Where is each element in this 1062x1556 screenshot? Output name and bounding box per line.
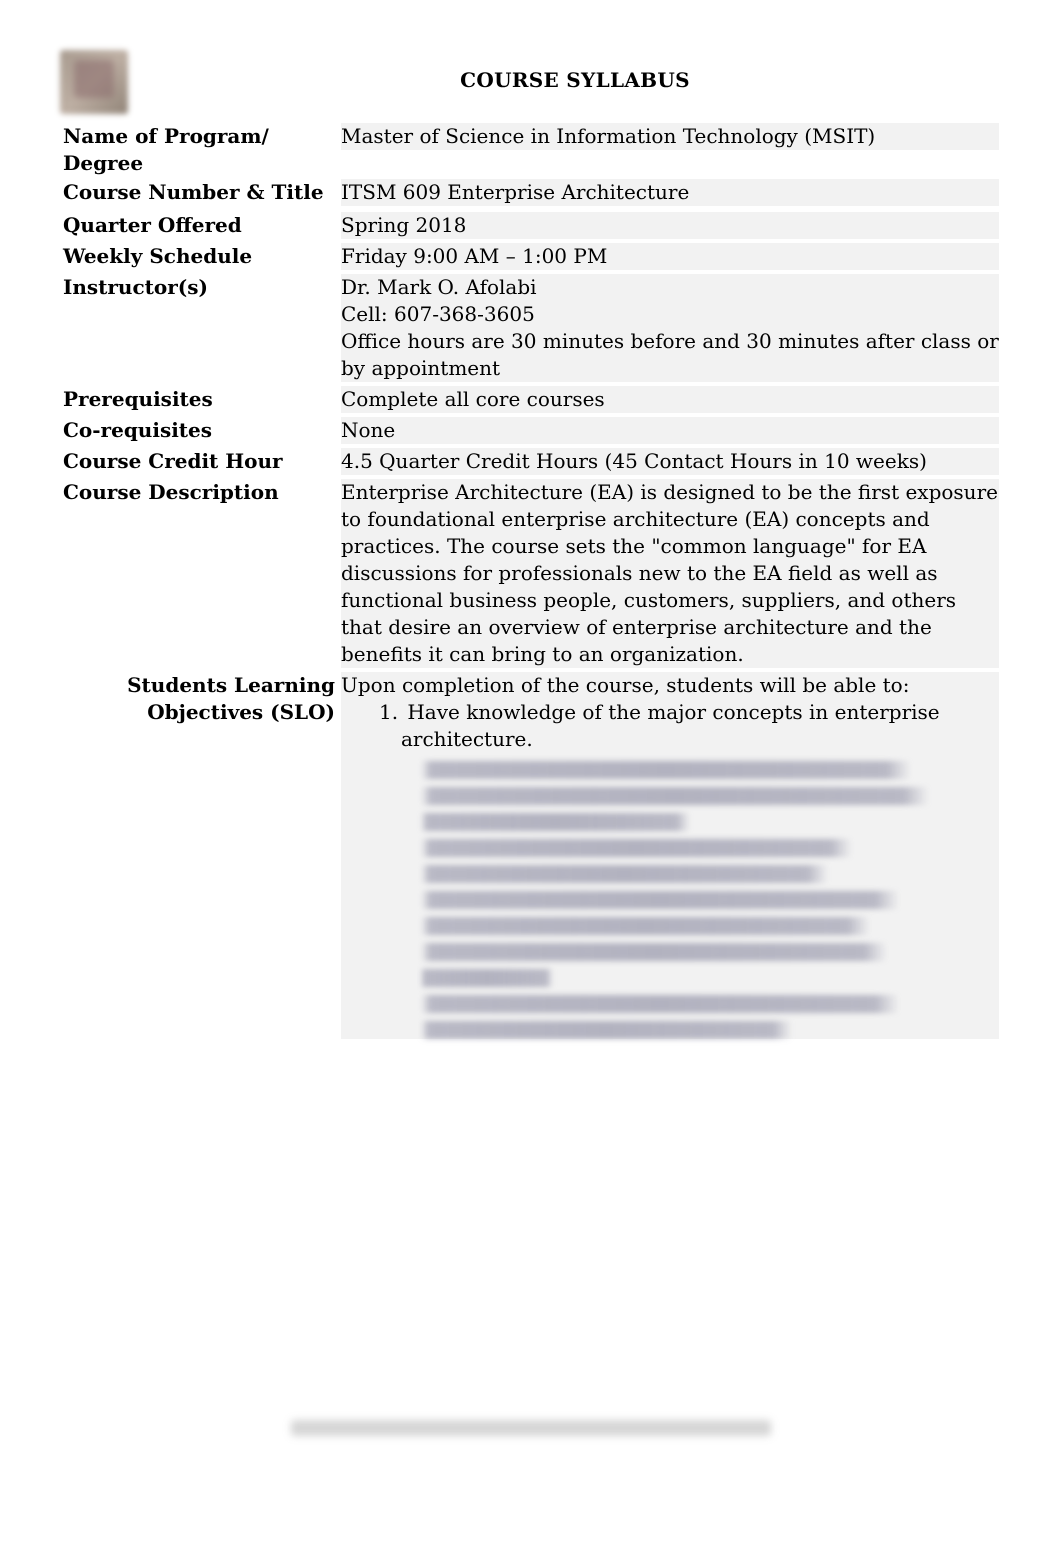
quarter-offered-value: Spring 2018 <box>341 212 999 239</box>
blurred-text-line <box>421 761 911 779</box>
blurred-text-line <box>421 865 828 883</box>
table-row: Students Learning Objectives (SLO) Upon … <box>60 671 1002 1048</box>
blurred-footer-text <box>291 1420 771 1436</box>
blurred-text-line <box>421 943 887 961</box>
credit-hour-value: 4.5 Quarter Credit Hours (45 Contact Hou… <box>341 448 999 475</box>
title-area: COURSE SYLLABUS <box>148 50 1002 92</box>
course-number-title-label: Course Number & Title <box>60 178 338 211</box>
blurred-text-line <box>421 839 852 857</box>
blurred-text-line <box>421 917 870 935</box>
instructor-office-hours: Office hours are 30 minutes before and 3… <box>341 328 999 382</box>
table-row: Instructor(s) Dr. Mark O. Afolabi Cell: … <box>60 273 1002 385</box>
table-row: Course Number & Title ITSM 609 Enterpris… <box>60 178 1002 209</box>
slo-label: Students Learning Objectives (SLO) <box>60 671 338 1048</box>
blurred-text-line <box>421 787 929 805</box>
slo-item-cont: architecture. <box>379 726 999 753</box>
blurred-content-area <box>341 761 999 1039</box>
table-row: Course Description Enterprise Architectu… <box>60 478 1002 671</box>
blurred-text-line <box>421 1021 792 1039</box>
weekly-schedule-value: Friday 9:00 AM – 1:00 PM <box>341 243 999 270</box>
course-description-value: Enterprise Architecture (EA) is designed… <box>341 479 999 668</box>
course-number-title-value: ITSM 609 Enterprise Architecture <box>341 179 999 206</box>
slo-item-number: 1. <box>379 699 401 726</box>
weekly-schedule-label: Weekly Schedule <box>60 242 338 273</box>
instructor-label: Instructor(s) <box>60 273 338 385</box>
credit-hour-label: Course Credit Hour <box>60 447 338 478</box>
quarter-offered-label: Quarter Offered <box>60 211 338 242</box>
blurred-text-line <box>421 813 690 831</box>
institution-logo <box>60 50 128 114</box>
blurred-text-line <box>421 995 899 1013</box>
document-title: COURSE SYLLABUS <box>148 68 1002 92</box>
slo-intro: Upon completion of the course, students … <box>341 672 999 699</box>
table-row: Course Credit Hour 4.5 Quarter Credit Ho… <box>60 447 1002 478</box>
table-row: Quarter Offered Spring 2018 <box>60 211 1002 242</box>
prerequisites-value: Complete all core courses <box>341 386 999 413</box>
prerequisites-label: Prerequisites <box>60 385 338 416</box>
blurred-text-line <box>421 891 899 909</box>
table-row: Name of Program/ Degree Master of Scienc… <box>60 122 1002 176</box>
course-description-label: Course Description <box>60 478 338 671</box>
slo-item-text: Have knowledge of the major concepts in … <box>407 700 939 724</box>
slo-label-line1: Students Learning <box>63 672 335 699</box>
co-requisites-value: None <box>341 417 999 444</box>
document-header: COURSE SYLLABUS <box>60 50 1002 114</box>
blurred-text-line <box>421 969 553 987</box>
table-row: Co-requisites None <box>60 416 1002 447</box>
co-requisites-label: Co-requisites <box>60 416 338 447</box>
slo-label-line2: Objectives (SLO) <box>63 699 335 726</box>
instructor-name: Dr. Mark O. Afolabi <box>341 274 999 301</box>
table-row: Weekly Schedule Friday 9:00 AM – 1:00 PM <box>60 242 1002 273</box>
slo-content: Upon completion of the course, students … <box>341 672 999 1039</box>
program-degree-value: Master of Science in Information Technol… <box>341 123 999 150</box>
syllabus-table: Name of Program/ Degree Master of Scienc… <box>60 122 1002 1048</box>
instructor-cell: Cell: 607-368-3605 <box>341 301 999 328</box>
program-degree-label: Name of Program/ Degree <box>60 122 338 178</box>
slo-list: 1. Have knowledge of the major concepts … <box>341 699 999 753</box>
table-row: Prerequisites Complete all core courses <box>60 385 1002 416</box>
